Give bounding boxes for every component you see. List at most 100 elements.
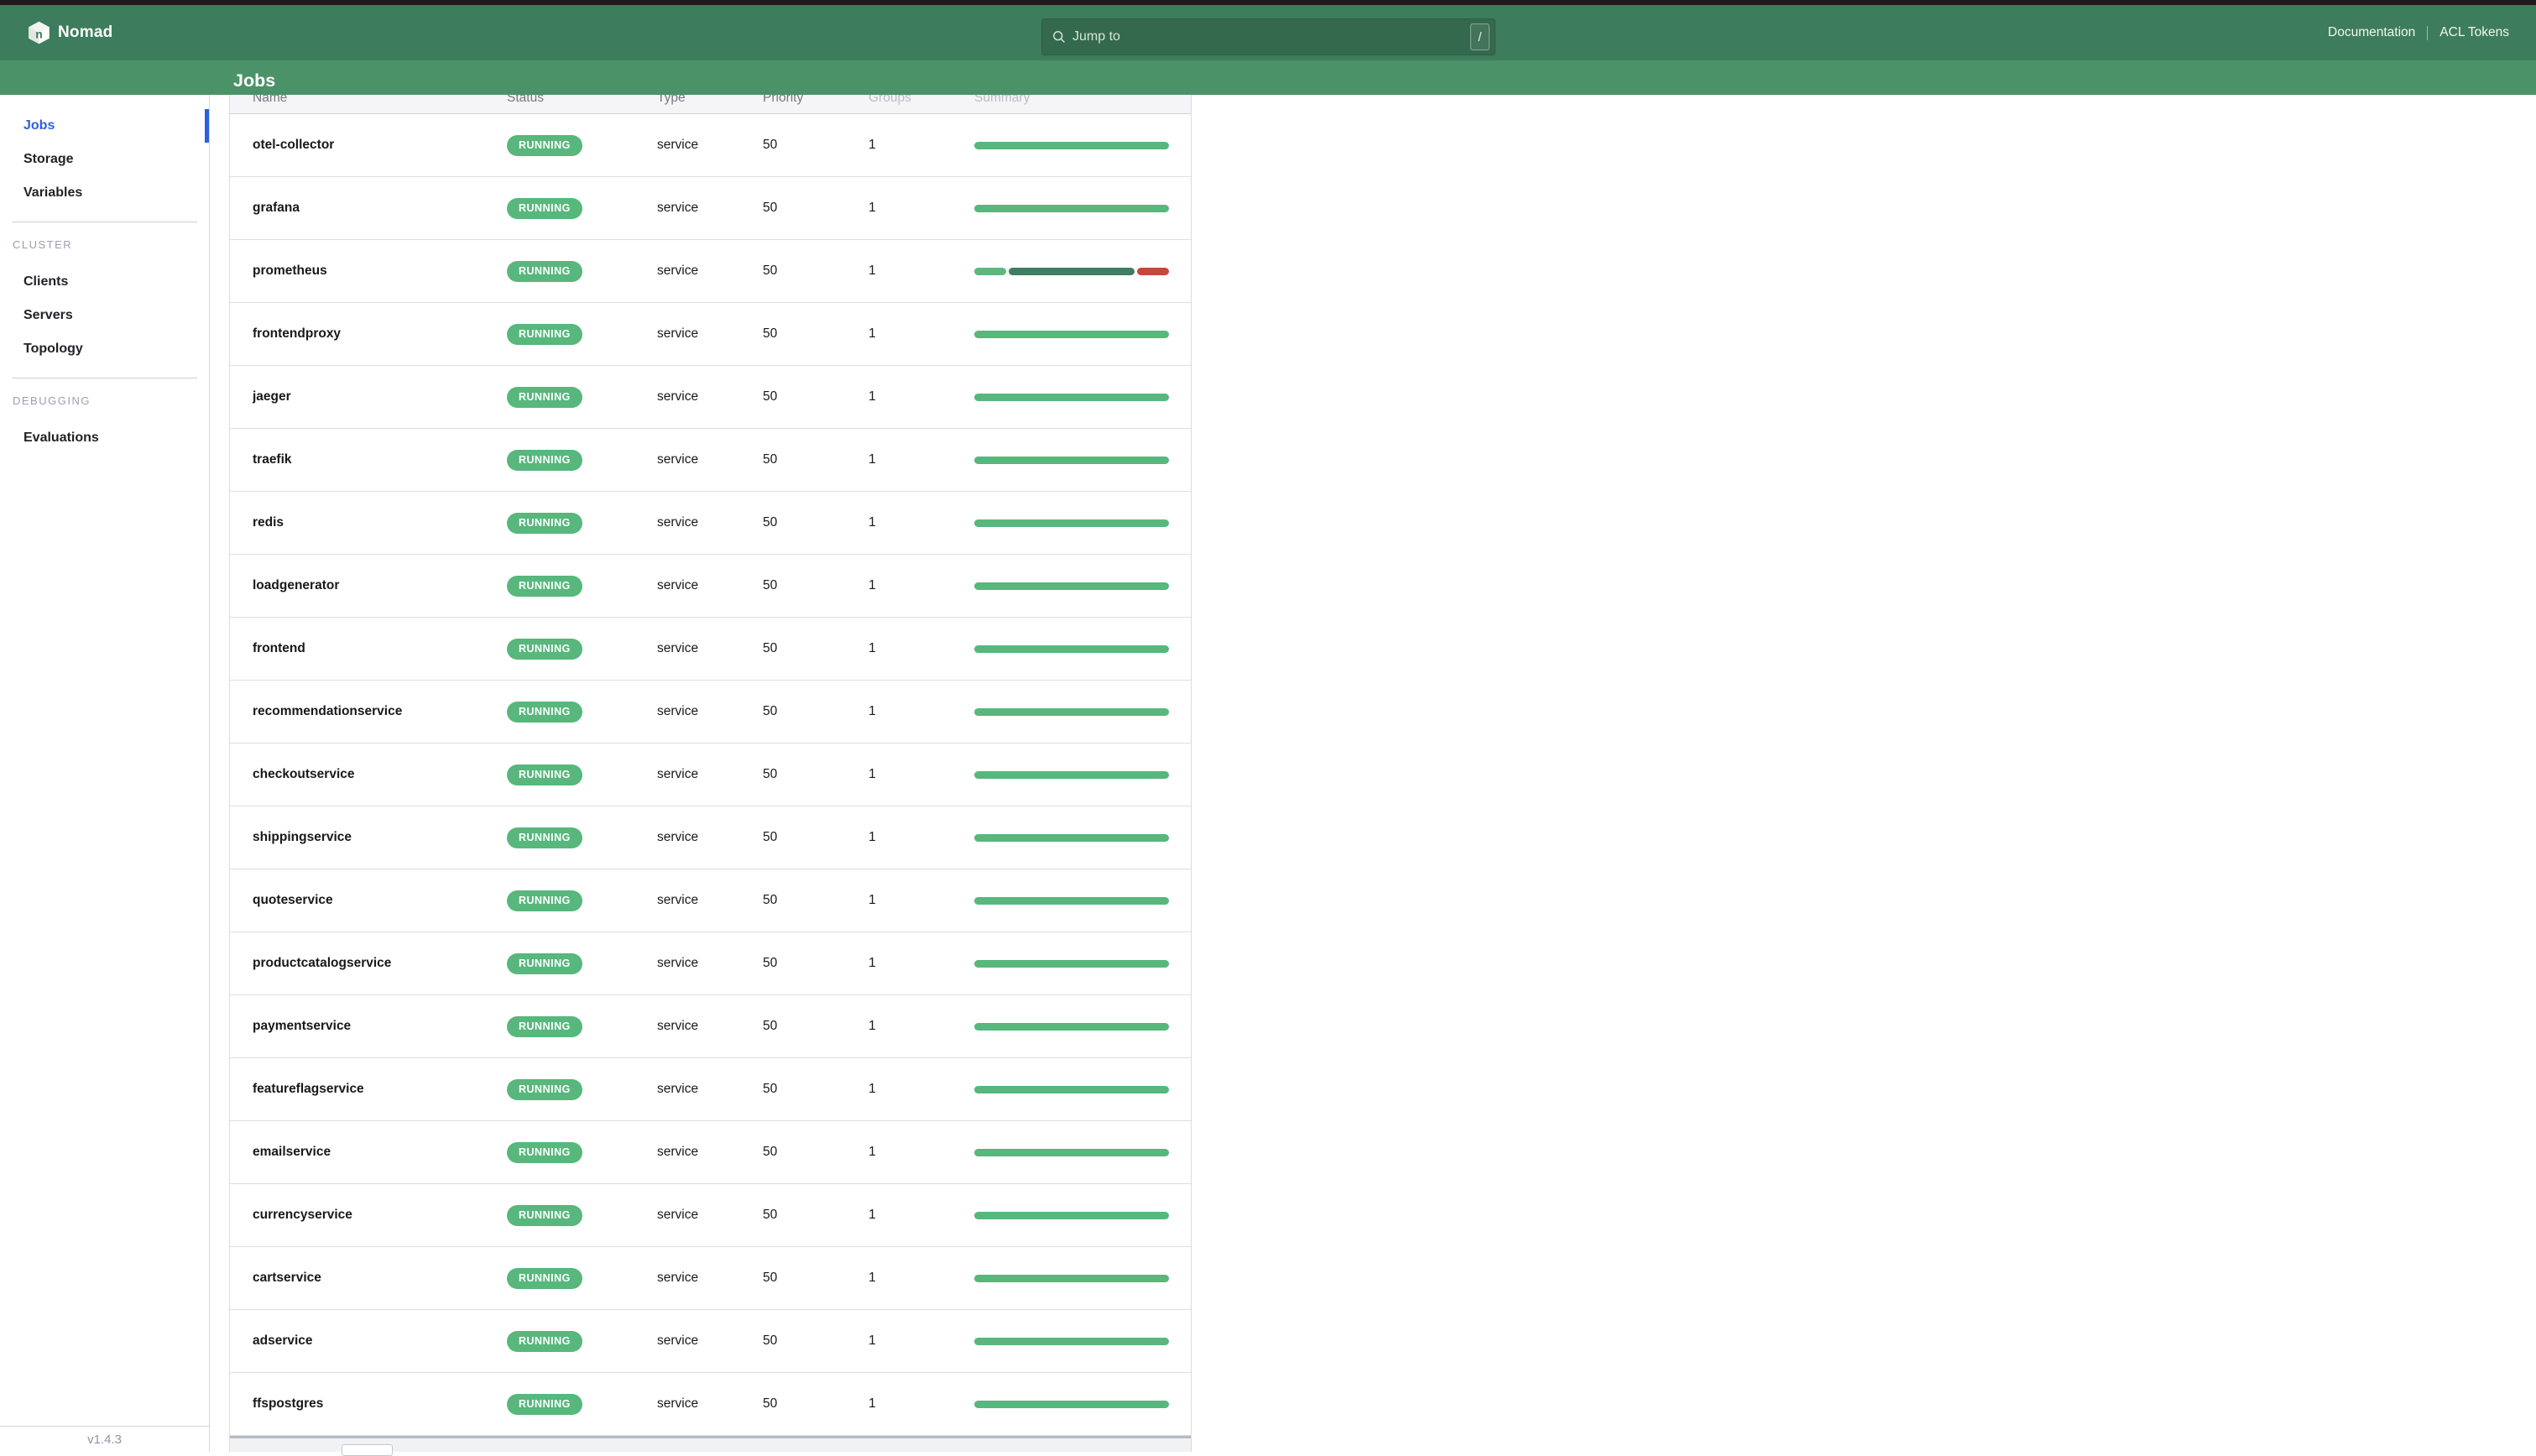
job-type: service bbox=[657, 578, 698, 592]
status-badge: RUNNING bbox=[507, 198, 582, 219]
status-badge: RUNNING bbox=[507, 1331, 582, 1352]
job-name-link[interactable]: adservice bbox=[253, 1333, 313, 1348]
job-name-link[interactable]: frontend bbox=[253, 641, 305, 655]
job-name-link[interactable]: grafana bbox=[253, 201, 300, 215]
summary-segment bbox=[974, 457, 1169, 464]
job-priority: 50 bbox=[763, 389, 777, 404]
svg-text:n: n bbox=[35, 28, 43, 41]
table-row[interactable]: jaegerRUNNINGservice501 bbox=[230, 366, 1191, 429]
job-name-link[interactable]: traefik bbox=[253, 452, 292, 467]
table-row[interactable]: paymentserviceRUNNINGservice501 bbox=[230, 995, 1191, 1058]
job-name-link[interactable]: loadgenerator bbox=[253, 578, 339, 592]
summary-bar bbox=[974, 331, 1169, 338]
sidebar-item-servers[interactable]: Servers bbox=[0, 299, 209, 332]
job-groups: 1 bbox=[869, 1396, 876, 1411]
summary-bar bbox=[974, 1086, 1169, 1093]
summary-bar bbox=[974, 771, 1169, 779]
job-priority: 50 bbox=[763, 578, 777, 592]
table-row[interactable]: emailserviceRUNNINGservice501 bbox=[230, 1121, 1191, 1184]
job-priority: 50 bbox=[763, 641, 777, 655]
sidebar: JobsStorageVariablesCLUSTERClientsServer… bbox=[0, 95, 210, 1452]
sidebar-item-evaluations[interactable]: Evaluations bbox=[0, 421, 209, 455]
job-groups: 1 bbox=[869, 830, 876, 844]
job-name-link[interactable]: cartservice bbox=[253, 1271, 321, 1285]
documentation-link[interactable]: Documentation bbox=[2328, 25, 2415, 40]
job-name-link[interactable]: featureflagservice bbox=[253, 1082, 364, 1096]
page-size-box[interactable] bbox=[342, 1444, 393, 1456]
summary-segment bbox=[1009, 268, 1134, 275]
table-row[interactable]: cartserviceRUNNINGservice501 bbox=[230, 1247, 1191, 1310]
job-name-link[interactable]: checkoutservice bbox=[253, 767, 355, 781]
table-row[interactable]: frontendproxyRUNNINGservice501 bbox=[230, 303, 1191, 366]
sidebar-nav: JobsStorageVariablesCLUSTERClientsServer… bbox=[0, 95, 209, 455]
sidebar-item-label: Jobs bbox=[23, 118, 55, 133]
sidebar-item-storage[interactable]: Storage bbox=[0, 143, 209, 176]
job-name-link[interactable]: otel-collector bbox=[253, 138, 334, 152]
table-row[interactable]: productcatalogserviceRUNNINGservice501 bbox=[230, 932, 1191, 995]
table-row[interactable]: otel-collectorRUNNINGservice501 bbox=[230, 114, 1191, 177]
summary-segment bbox=[974, 394, 1169, 401]
table-row[interactable]: ffspostgresRUNNINGservice501 bbox=[230, 1373, 1191, 1436]
job-name-link[interactable]: shippingservice bbox=[253, 830, 352, 844]
table-row[interactable]: redisRUNNINGservice501 bbox=[230, 492, 1191, 555]
navbar-links: Documentation ACL Tokens bbox=[2328, 5, 2509, 60]
job-name-link[interactable]: jaeger bbox=[253, 389, 291, 404]
table-row[interactable]: traefikRUNNINGservice501 bbox=[230, 429, 1191, 492]
job-name-link[interactable]: quoteservice bbox=[253, 893, 333, 907]
table-row[interactable]: adserviceRUNNINGservice501 bbox=[230, 1310, 1191, 1373]
sidebar-item-jobs[interactable]: Jobs bbox=[0, 109, 209, 143]
table-row[interactable]: featureflagserviceRUNNINGservice501 bbox=[230, 1058, 1191, 1121]
job-groups: 1 bbox=[869, 1271, 876, 1285]
job-groups: 1 bbox=[869, 578, 876, 592]
table-row[interactable]: shippingserviceRUNNINGservice501 bbox=[230, 806, 1191, 869]
nomad-brand[interactable]: n Nomad bbox=[28, 5, 112, 60]
job-priority: 50 bbox=[763, 1396, 777, 1411]
table-row[interactable]: recommendationserviceRUNNINGservice501 bbox=[230, 681, 1191, 744]
status-badge: RUNNING bbox=[507, 890, 582, 911]
jump-to-search-input[interactable]: Jump to / bbox=[1041, 18, 1495, 55]
job-priority: 50 bbox=[763, 956, 777, 970]
job-priority: 50 bbox=[763, 893, 777, 907]
job-name-link[interactable]: productcatalogservice bbox=[253, 956, 391, 970]
job-name-link[interactable]: frontendproxy bbox=[253, 326, 341, 341]
job-priority: 50 bbox=[763, 326, 777, 341]
summary-segment bbox=[974, 1275, 1169, 1282]
job-groups: 1 bbox=[869, 704, 876, 718]
table-row[interactable]: quoteserviceRUNNINGservice501 bbox=[230, 869, 1191, 932]
sidebar-item-clients[interactable]: Clients bbox=[0, 265, 209, 299]
job-priority: 50 bbox=[763, 138, 777, 152]
table-row[interactable]: grafanaRUNNINGservice501 bbox=[230, 177, 1191, 240]
job-type: service bbox=[657, 767, 698, 781]
job-name-link[interactable]: recommendationservice bbox=[253, 704, 402, 718]
job-name-link[interactable]: ffspostgres bbox=[253, 1396, 323, 1411]
status-badge: RUNNING bbox=[507, 324, 582, 345]
status-badge: RUNNING bbox=[507, 1268, 582, 1289]
table-row[interactable]: currencyserviceRUNNINGservice501 bbox=[230, 1184, 1191, 1247]
job-name-link[interactable]: emailservice bbox=[253, 1145, 331, 1159]
table-row[interactable]: checkoutserviceRUNNINGservice501 bbox=[230, 744, 1191, 806]
sidebar-item-variables[interactable]: Variables bbox=[0, 176, 209, 210]
sidebar-item-topology[interactable]: Topology bbox=[0, 332, 209, 366]
summary-segment bbox=[974, 1086, 1169, 1093]
job-groups: 1 bbox=[869, 264, 876, 278]
job-groups: 1 bbox=[869, 1082, 876, 1096]
summary-segment bbox=[974, 1212, 1169, 1219]
acl-tokens-link[interactable]: ACL Tokens bbox=[2439, 25, 2509, 40]
summary-segment bbox=[974, 1338, 1169, 1345]
link-separator bbox=[2427, 26, 2428, 40]
table-row[interactable]: prometheusRUNNINGservice501 bbox=[230, 240, 1191, 303]
summary-segment bbox=[974, 205, 1169, 212]
table-row[interactable]: frontendRUNNINGservice501 bbox=[230, 618, 1191, 681]
job-groups: 1 bbox=[869, 389, 876, 404]
summary-bar bbox=[974, 1023, 1169, 1031]
job-groups: 1 bbox=[869, 138, 876, 152]
job-name-link[interactable]: currencyservice bbox=[253, 1208, 352, 1222]
brand-wordmark: Nomad bbox=[58, 23, 112, 42]
sidebar-footer: v1.4.3 bbox=[0, 1426, 209, 1452]
nomad-logo-icon: n bbox=[28, 21, 50, 44]
table-row[interactable]: loadgeneratorRUNNINGservice501 bbox=[230, 555, 1191, 618]
job-name-link[interactable]: prometheus bbox=[253, 264, 327, 278]
job-name-link[interactable]: paymentservice bbox=[253, 1019, 351, 1033]
job-name-link[interactable]: redis bbox=[253, 515, 284, 530]
summary-segment bbox=[974, 1401, 1169, 1408]
